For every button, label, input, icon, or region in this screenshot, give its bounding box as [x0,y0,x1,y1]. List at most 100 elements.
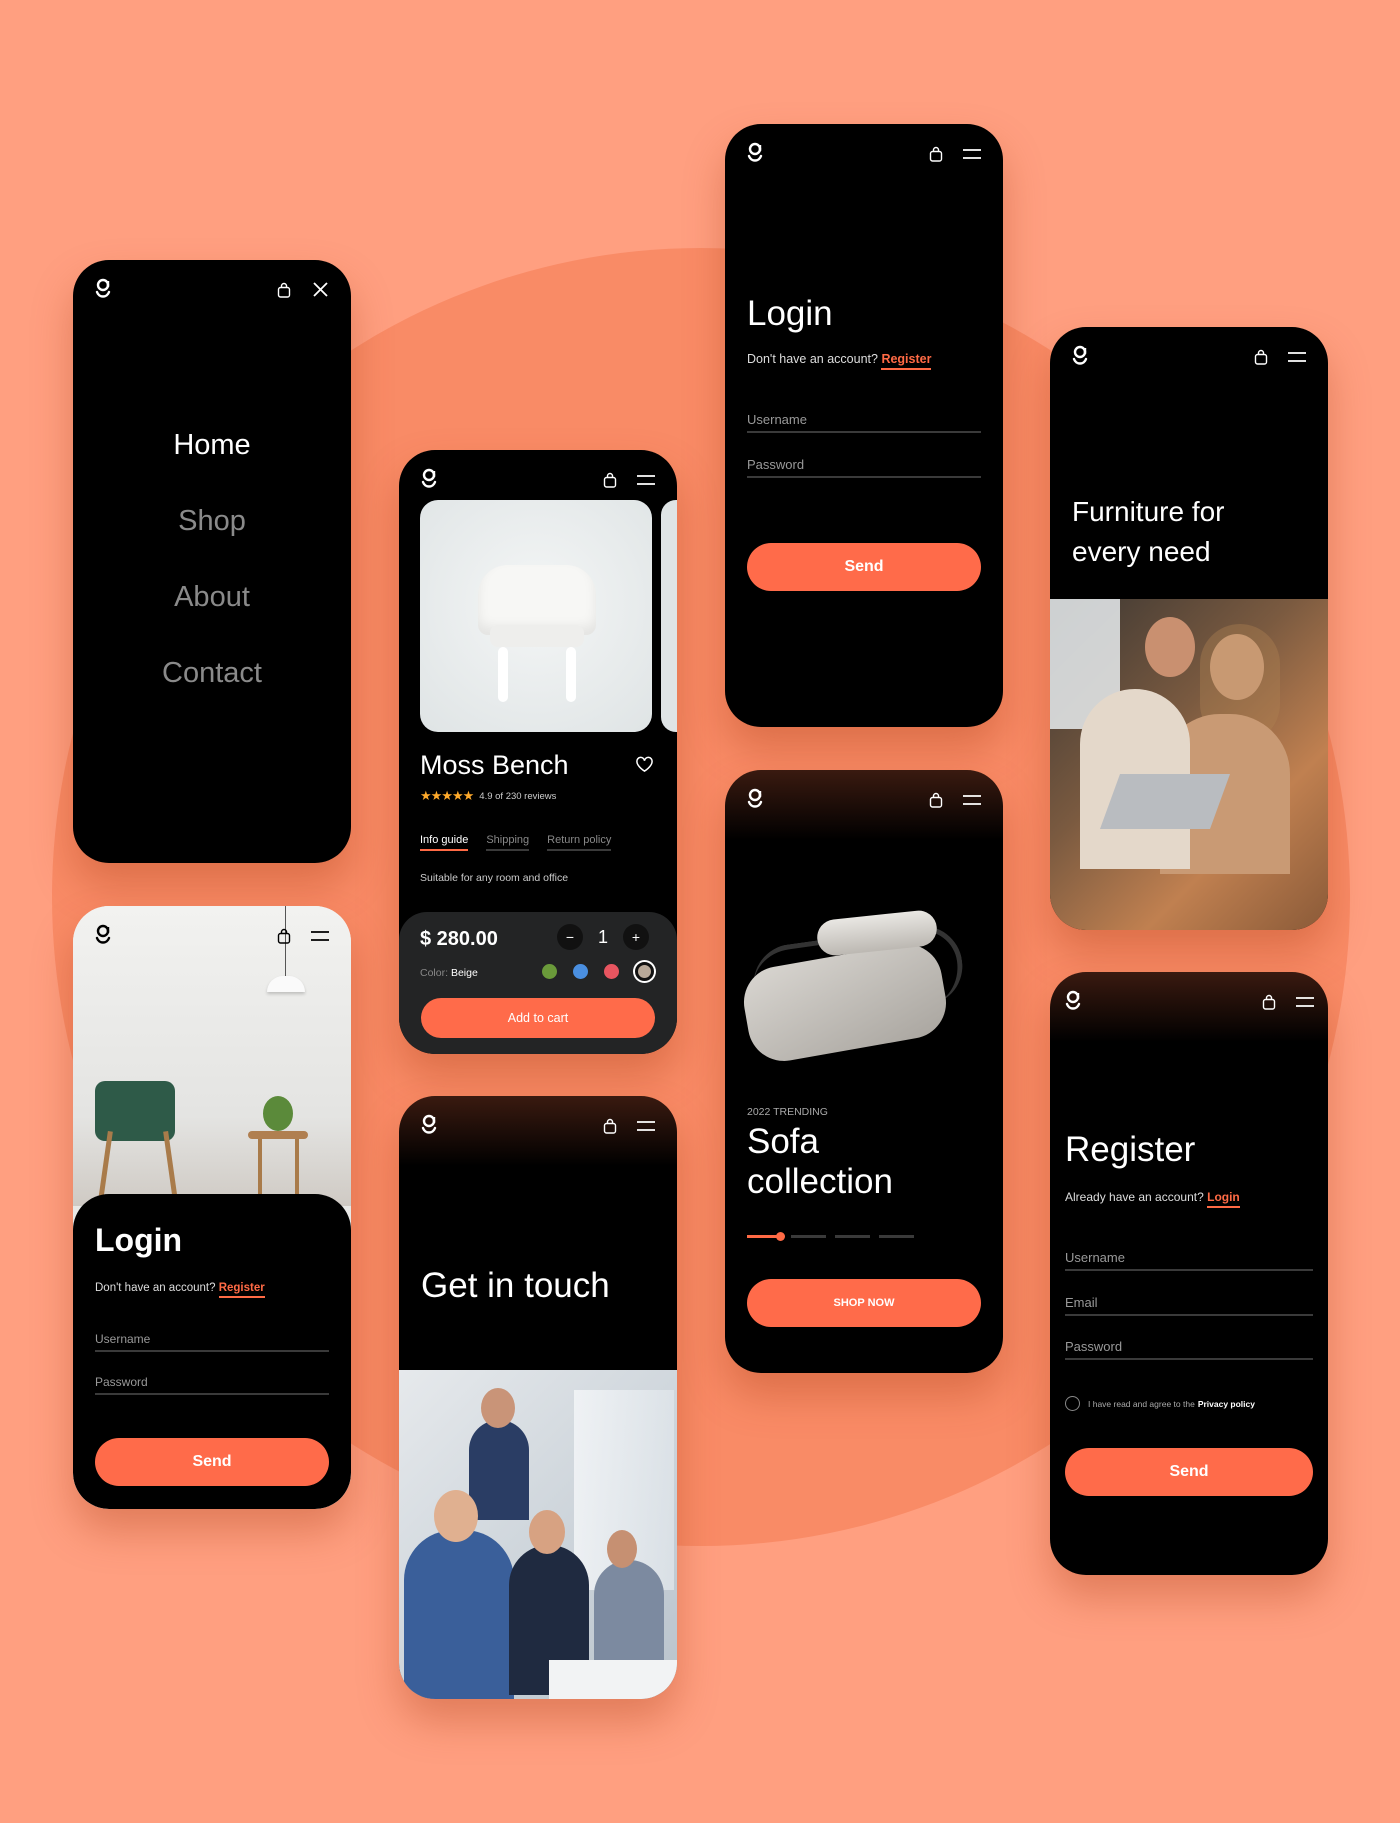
g-logo-icon[interactable] [1072,345,1088,367]
username-field[interactable]: Username [747,412,981,433]
send-button[interactable]: Send [1065,1448,1313,1496]
shopping-bag-icon[interactable] [929,792,943,808]
product-screen: Moss Bench ★★★★★ 4.9 of 230 reviews Info… [399,450,677,1054]
eyebrow-label: 2022 TRENDING [747,1106,828,1118]
username-field[interactable]: Username [95,1332,329,1352]
support-team-photo [399,1370,677,1699]
register-screen: Register Already have an account? Login … [1050,972,1328,1575]
hero-screen: Furniture for every need [1050,327,1328,930]
login-photo-screen: Login Don't have an account? Register Us… [73,906,351,1509]
register-prompt: Don't have an account? Register [95,1282,265,1298]
register-link[interactable]: Register [218,1282,265,1298]
username-field[interactable]: Username [1065,1250,1313,1271]
purchase-panel: $ 280.00 − 1 + Color: Beige Add to cart [399,912,677,1054]
quantity-value: 1 [597,926,608,947]
password-field[interactable]: Password [747,457,981,478]
tab-shipping[interactable]: Shipping [486,834,530,851]
minus-button[interactable]: − [557,924,583,950]
swatch-green[interactable] [542,964,557,979]
contact-title: Get in touch [421,1266,610,1305]
g-logo-icon[interactable] [747,142,763,164]
slide-dot[interactable] [835,1235,870,1238]
nav-item-contact[interactable]: Contact [73,653,351,729]
g-logo-icon[interactable] [95,924,111,946]
couple-laptop-photo [1050,599,1328,930]
shopping-bag-icon[interactable] [277,282,291,298]
swatch-beige-selected[interactable] [635,962,654,981]
header [1050,972,1328,1042]
login-title: Login [747,294,833,333]
g-logo-icon[interactable] [95,278,111,300]
nav-item-shop[interactable]: Shop [73,501,351,577]
color-label: Color: Beige [420,967,478,979]
hamburger-menu-icon[interactable] [1288,352,1306,362]
product-tabs: Info guide Shipping Return policy [420,834,612,851]
shop-now-button[interactable]: SHOP NOW [747,1279,981,1327]
header [725,124,1003,194]
hamburger-menu-icon[interactable] [963,795,981,805]
shopping-bag-icon[interactable] [1262,994,1276,1010]
g-logo-icon[interactable] [421,1114,437,1136]
close-icon[interactable] [313,282,328,297]
slide-dot-active[interactable] [747,1232,785,1241]
swatch-red[interactable] [604,964,619,979]
rating: ★★★★★ 4.9 of 230 reviews [420,788,556,804]
register-prompt: Don't have an account? Register [747,352,932,370]
header [399,1096,677,1166]
sofa-title: Sofa collection [747,1122,893,1201]
rating-text: 4.9 of 230 reviews [479,790,557,802]
nav-item-about[interactable]: About [73,577,351,653]
next-product-image[interactable] [661,500,677,732]
hamburger-menu-icon[interactable] [637,1121,655,1131]
login-screen: Login Don't have an account? Register Us… [725,124,1003,727]
add-to-cart-button[interactable]: Add to cart [421,998,655,1038]
product-image[interactable] [420,500,652,732]
password-field[interactable]: Password [1065,1339,1313,1360]
star-rating: ★★★★★ [420,788,474,803]
g-logo-icon[interactable] [421,468,437,490]
header [73,260,351,330]
g-logo-icon[interactable] [747,788,763,810]
shopping-bag-icon[interactable] [603,472,617,488]
shopping-bag-icon[interactable] [277,928,291,944]
tab-info-guide[interactable]: Info guide [420,834,469,851]
tab-return-policy[interactable]: Return policy [547,834,612,851]
shopping-bag-icon[interactable] [1254,349,1268,365]
hamburger-menu-icon[interactable] [311,931,329,941]
login-link[interactable]: Login [1207,1190,1240,1208]
hamburger-menu-icon[interactable] [963,149,981,159]
email-field[interactable]: Email [1065,1295,1313,1316]
hero-title: Furniture for every need [1072,496,1225,567]
login-panel: Login Don't have an account? Register Us… [73,1194,351,1509]
shopping-bag-icon[interactable] [929,146,943,162]
header [73,906,351,976]
product-description: Suitable for any room and office [420,872,569,884]
nav-item-home[interactable]: Home [73,425,351,501]
privacy-policy-link[interactable]: Privacy policy [1198,1399,1255,1409]
quantity-stepper: − 1 + [557,924,649,950]
shopping-bag-icon[interactable] [603,1118,617,1134]
swatch-blue[interactable] [573,964,588,979]
send-button[interactable]: Send [95,1438,329,1486]
price: $ 280.00 [420,928,498,950]
menu-screen: Home Shop About Contact [73,260,351,863]
agree-checkbox[interactable] [1065,1396,1080,1411]
send-button[interactable]: Send [747,543,981,591]
product-name: Moss Bench [420,750,569,780]
sofa-collection-screen: 2022 TRENDING Sofa collection SHOP NOW [725,770,1003,1373]
nav-menu: Home Shop About Contact [73,425,351,729]
login-prompt: Already have an account? Login [1065,1190,1240,1208]
password-field[interactable]: Password [95,1375,329,1395]
slide-dot[interactable] [879,1235,914,1238]
g-logo-icon[interactable] [1065,990,1081,1012]
slide-dot[interactable] [791,1235,826,1238]
plus-button[interactable]: + [623,924,649,950]
contact-screen: Get in touch [399,1096,677,1699]
register-link[interactable]: Register [881,352,932,370]
header [1050,327,1328,397]
hamburger-menu-icon[interactable] [1296,997,1314,1007]
heart-icon[interactable] [635,756,654,773]
login-title: Login [95,1222,183,1258]
header [725,770,1003,840]
hamburger-menu-icon[interactable] [637,475,655,485]
